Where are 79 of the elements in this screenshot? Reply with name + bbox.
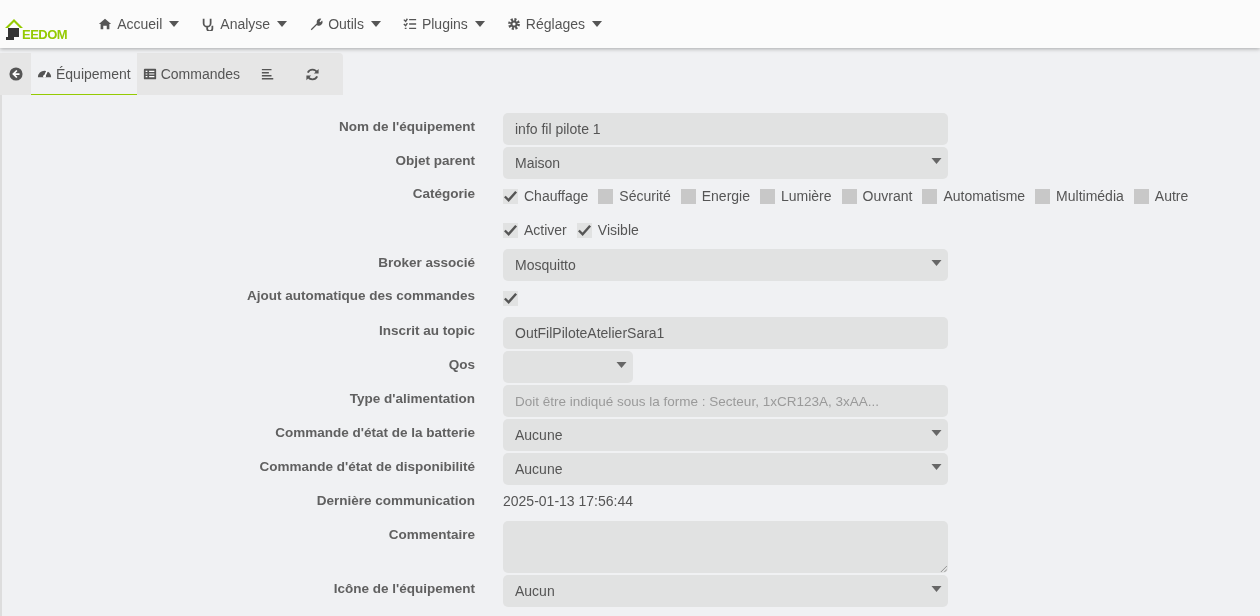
logo-text: EEDOM <box>22 28 68 41</box>
comment-textarea[interactable] <box>503 521 948 573</box>
caret-icon <box>931 158 942 164</box>
home-icon <box>98 17 113 31</box>
checkbox[interactable] <box>503 290 518 306</box>
text-field[interactable]: info fil pilote 1 <box>503 113 948 145</box>
house-logo-icon <box>4 17 24 41</box>
nav-menu-item[interactable]: Outils <box>298 0 392 48</box>
select-dropdown[interactable]: Aucune <box>503 453 948 485</box>
field-value: 2025-01-13 17:56:44 <box>503 492 633 509</box>
checkbox[interactable] <box>760 188 775 204</box>
checkbox[interactable] <box>1035 188 1051 204</box>
select-dropdown[interactable]: Aucun <box>503 575 948 607</box>
back-arrow-icon <box>8 67 23 81</box>
gear-icon <box>506 17 521 31</box>
field-label: Broker associé <box>378 255 475 270</box>
select-dropdown[interactable]: Aucune <box>503 419 948 451</box>
caret-icon <box>931 586 942 592</box>
caret-icon <box>931 430 942 436</box>
text-field[interactable]: OutFilPiloteAtelierSara1 <box>503 317 948 349</box>
tab[interactable]: Équipement <box>31 53 137 95</box>
field-label: Type d'alimentation <box>349 391 475 406</box>
align-left-icon <box>261 67 276 81</box>
refresh-icon <box>305 66 321 82</box>
field-label: Commande d'état de la batterie <box>275 425 475 440</box>
caret-icon <box>169 21 180 27</box>
checkbox[interactable] <box>503 222 518 238</box>
checkbox-label: Autre <box>1154 188 1189 204</box>
nav-menu-item[interactable]: Réglages <box>495 0 613 48</box>
back-button[interactable] <box>0 53 31 95</box>
field-label: Icône de l'équipement <box>333 581 475 596</box>
select-dropdown[interactable]: Mosquitto <box>503 249 948 281</box>
table-list-icon <box>142 66 157 81</box>
checkbox-label: Activer <box>524 222 567 238</box>
caret-icon <box>931 260 942 266</box>
nav-menu-item[interactable]: Analyse <box>190 0 299 48</box>
checkbox[interactable] <box>503 188 518 204</box>
checkbox-label: Energie <box>701 188 750 204</box>
checkbox[interactable] <box>1133 188 1149 204</box>
checkmark-icon <box>576 222 592 238</box>
caret-icon <box>931 464 942 470</box>
checkbox-label: Visible <box>597 222 639 238</box>
checkmark-icon <box>503 222 518 238</box>
field-label: Qos <box>448 357 475 372</box>
checkbox-label: Ouvrant <box>862 188 913 204</box>
checkbox[interactable] <box>598 188 614 204</box>
nav-menu-item[interactable]: Plugins <box>391 0 496 48</box>
checkbox[interactable] <box>576 222 592 238</box>
field-label: Nom de l'équipement <box>339 119 475 134</box>
select-dropdown[interactable] <box>503 351 633 383</box>
select-dropdown[interactable]: Maison <box>503 147 948 179</box>
checklist-icon <box>402 17 417 31</box>
field-label: Ajout automatique des commandes <box>246 288 475 303</box>
field-label: Commentaire <box>388 527 475 542</box>
caret-icon <box>474 21 485 27</box>
stethoscope-icon <box>201 17 216 31</box>
checkbox-label: Multimédia <box>1056 188 1124 204</box>
tab[interactable]: Commandes <box>136 53 247 95</box>
checkbox[interactable] <box>922 188 938 204</box>
field-label: Catégorie <box>412 186 475 201</box>
checkbox-label: Sécurité <box>619 188 671 204</box>
caret-icon <box>592 21 602 27</box>
checkmark-icon <box>503 188 518 204</box>
wrench-icon <box>309 17 324 31</box>
field-label: Dernière communication <box>316 493 475 508</box>
checkmark-icon <box>503 290 518 306</box>
checkbox-label: Automatisme <box>943 188 1026 204</box>
checkbox[interactable] <box>841 188 857 204</box>
caret-icon <box>277 21 288 27</box>
caret-icon <box>370 21 381 27</box>
field-label: Commande d'état de disponibilité <box>259 459 475 474</box>
checkbox-label: Lumière <box>781 188 832 204</box>
checkbox-label: Chauffage <box>524 188 589 204</box>
nav-menu-item[interactable]: Accueil <box>87 0 191 48</box>
field-label: Objet parent <box>395 153 475 168</box>
caret-icon <box>616 362 627 368</box>
field-label: Inscrit au topic <box>378 323 475 338</box>
checkbox[interactable] <box>680 188 696 204</box>
resize-grip-icon <box>940 565 947 572</box>
